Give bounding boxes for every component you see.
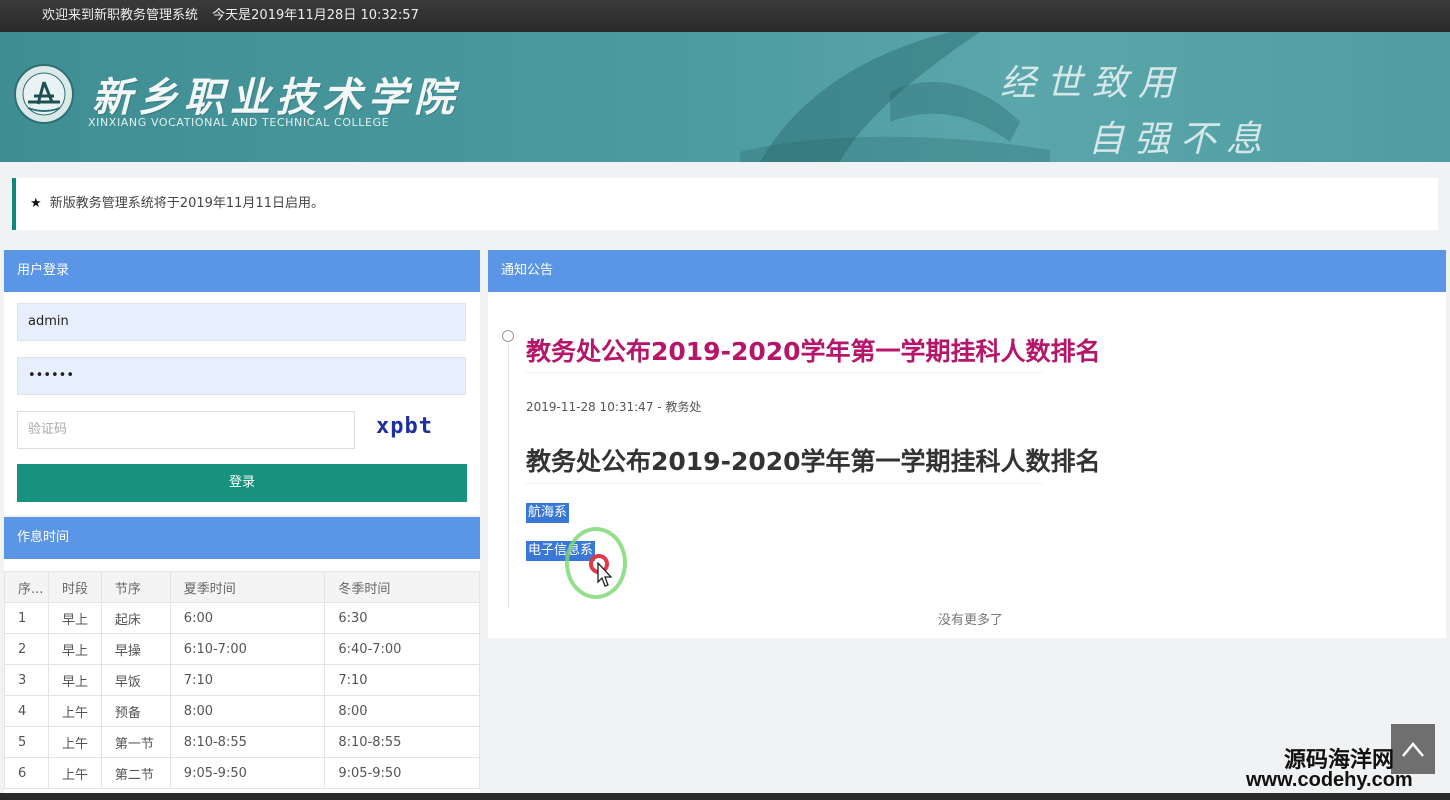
news-body-title: 教务处公布2019-2020学年第一学期挂科人数排名 — [526, 447, 1101, 476]
news-item-title-link[interactable]: 教务处公布2019-2020学年第一学期挂科人数排名 — [526, 332, 1101, 368]
table-cell: 6:40-7:00 — [324, 633, 480, 665]
password-input[interactable]: •••••• — [17, 357, 466, 395]
table-cell: 预备 — [100, 695, 171, 727]
table-row: 1 早上 起床 6:00 6:30 — [4, 602, 480, 634]
table-cell: 8:10-8:55 — [324, 726, 480, 758]
motto-line-1: 经世致用 — [1000, 63, 1185, 104]
login-panel: 用户登录 admin •••••• 验证码 xpbt 登录 — [4, 250, 480, 515]
table-cell: 早饭 — [100, 664, 171, 696]
school-name-en: XINXIANG VOCATIONAL AND TECHNICAL COLLEG… — [88, 116, 390, 129]
captcha-input[interactable]: 验证码 — [17, 411, 355, 449]
table-row: 3 早上 早饭 7:10 7:10 — [4, 664, 480, 696]
column-header[interactable]: 时段 — [47, 571, 102, 603]
header-banner: 新乡职业技术学院 XINXIANG VOCATIONAL AND TECHNIC… — [0, 32, 1450, 162]
back-to-top-button[interactable] — [1391, 724, 1435, 774]
table-cell: 9:05-9:50 — [169, 757, 326, 789]
table-cell: 5 — [4, 726, 49, 758]
table-cell: 7:10 — [324, 664, 480, 696]
table-cell: 9:05-9:50 — [324, 757, 480, 789]
system-notice: ★ 新版教务管理系统将于2019年11月11日启用。 — [12, 178, 1438, 230]
schedule-table: 序... 时段 节序 夏季时间 冬季时间 1 早上 起床 6:00 6:30 2… — [4, 571, 480, 789]
notice-text: 新版教务管理系统将于2019年11月11日启用。 — [49, 196, 324, 211]
table-cell: 3 — [4, 664, 49, 696]
column-header[interactable]: 冬季时间 — [324, 571, 480, 603]
table-cell: 2 — [4, 633, 49, 665]
current-datetime: 今天是2019年11月28日 10:32:57 — [212, 8, 419, 23]
table-cell: 4 — [4, 695, 49, 727]
table-row: 5 上午 第一节 8:10-8:55 8:10-8:55 — [4, 726, 480, 758]
table-cell: 早上 — [47, 664, 102, 696]
captcha-image[interactable]: xpbt — [376, 414, 433, 439]
table-cell: 早上 — [47, 633, 102, 665]
table-row: 4 上午 预备 8:00 8:00 — [4, 695, 480, 727]
table-row: 2 早上 早操 6:10-7:00 6:40-7:00 — [4, 633, 480, 665]
schedule-panel-header: 作息时间 — [4, 517, 480, 559]
college-logo-icon — [14, 64, 74, 124]
column-header[interactable]: 序... — [4, 571, 49, 603]
no-more-text: 没有更多了 — [938, 613, 1004, 628]
login-button[interactable]: 登录 — [17, 464, 467, 502]
schedule-panel: 作息时间 序... 时段 节序 夏季时间 冬季时间 1 早上 起床 6:00 6… — [4, 517, 480, 800]
column-header[interactable]: 夏季时间 — [169, 571, 326, 603]
table-cell: 1 — [4, 602, 49, 634]
timeline-line — [508, 342, 509, 608]
table-cell: 上午 — [47, 757, 102, 789]
schedule-header-row: 序... 时段 节序 夏季时间 冬季时间 — [4, 571, 480, 603]
table-cell: 起床 — [100, 602, 171, 634]
news-panel: 通知公告 教务处公布2019-2020学年第一学期挂科人数排名 2019-11-… — [488, 250, 1446, 638]
table-cell: 8:00 — [169, 695, 326, 727]
table-cell: 早上 — [47, 602, 102, 634]
divider — [526, 372, 1042, 373]
top-bar: 欢迎来到新职教务管理系统 今天是2019年11月28日 10:32:57 — [0, 0, 1450, 32]
motto-line-2: 自强不息 — [1088, 119, 1273, 160]
star-icon: ★ — [30, 196, 42, 211]
table-cell: 6:30 — [324, 602, 480, 634]
table-cell: 第二节 — [100, 757, 171, 789]
mouse-cursor-icon — [597, 562, 613, 587]
chevron-up-icon — [1402, 742, 1424, 757]
timeline-dot-icon — [502, 330, 514, 342]
table-cell: 8:00 — [324, 695, 480, 727]
department-link[interactable]: 航海系 — [526, 503, 570, 523]
taskbar-strip — [0, 793, 1450, 800]
table-cell: 8:10-8:55 — [169, 726, 326, 758]
news-meta: 2019-11-28 10:31:47 - 教务处 — [526, 400, 702, 414]
watermark-url: www.codehy.com — [1246, 769, 1413, 791]
login-panel-header: 用户登录 — [4, 250, 480, 292]
table-cell: 上午 — [47, 726, 102, 758]
table-cell: 6:00 — [169, 602, 326, 634]
divider — [526, 483, 1042, 484]
column-header[interactable]: 节序 — [100, 571, 171, 603]
table-cell: 第一节 — [100, 726, 171, 758]
table-cell: 早操 — [100, 633, 171, 665]
username-input[interactable]: admin — [17, 303, 466, 341]
table-row: 6 上午 第二节 9:05-9:50 9:05-9:50 — [4, 757, 480, 789]
table-cell: 6 — [4, 757, 49, 789]
table-cell: 7:10 — [169, 664, 326, 696]
news-panel-header: 通知公告 — [488, 250, 1446, 292]
welcome-text: 欢迎来到新职教务管理系统 — [42, 8, 199, 23]
school-name: 新乡职业技术学院 — [92, 74, 460, 121]
table-cell: 6:10-7:00 — [169, 633, 326, 665]
table-cell: 上午 — [47, 695, 102, 727]
